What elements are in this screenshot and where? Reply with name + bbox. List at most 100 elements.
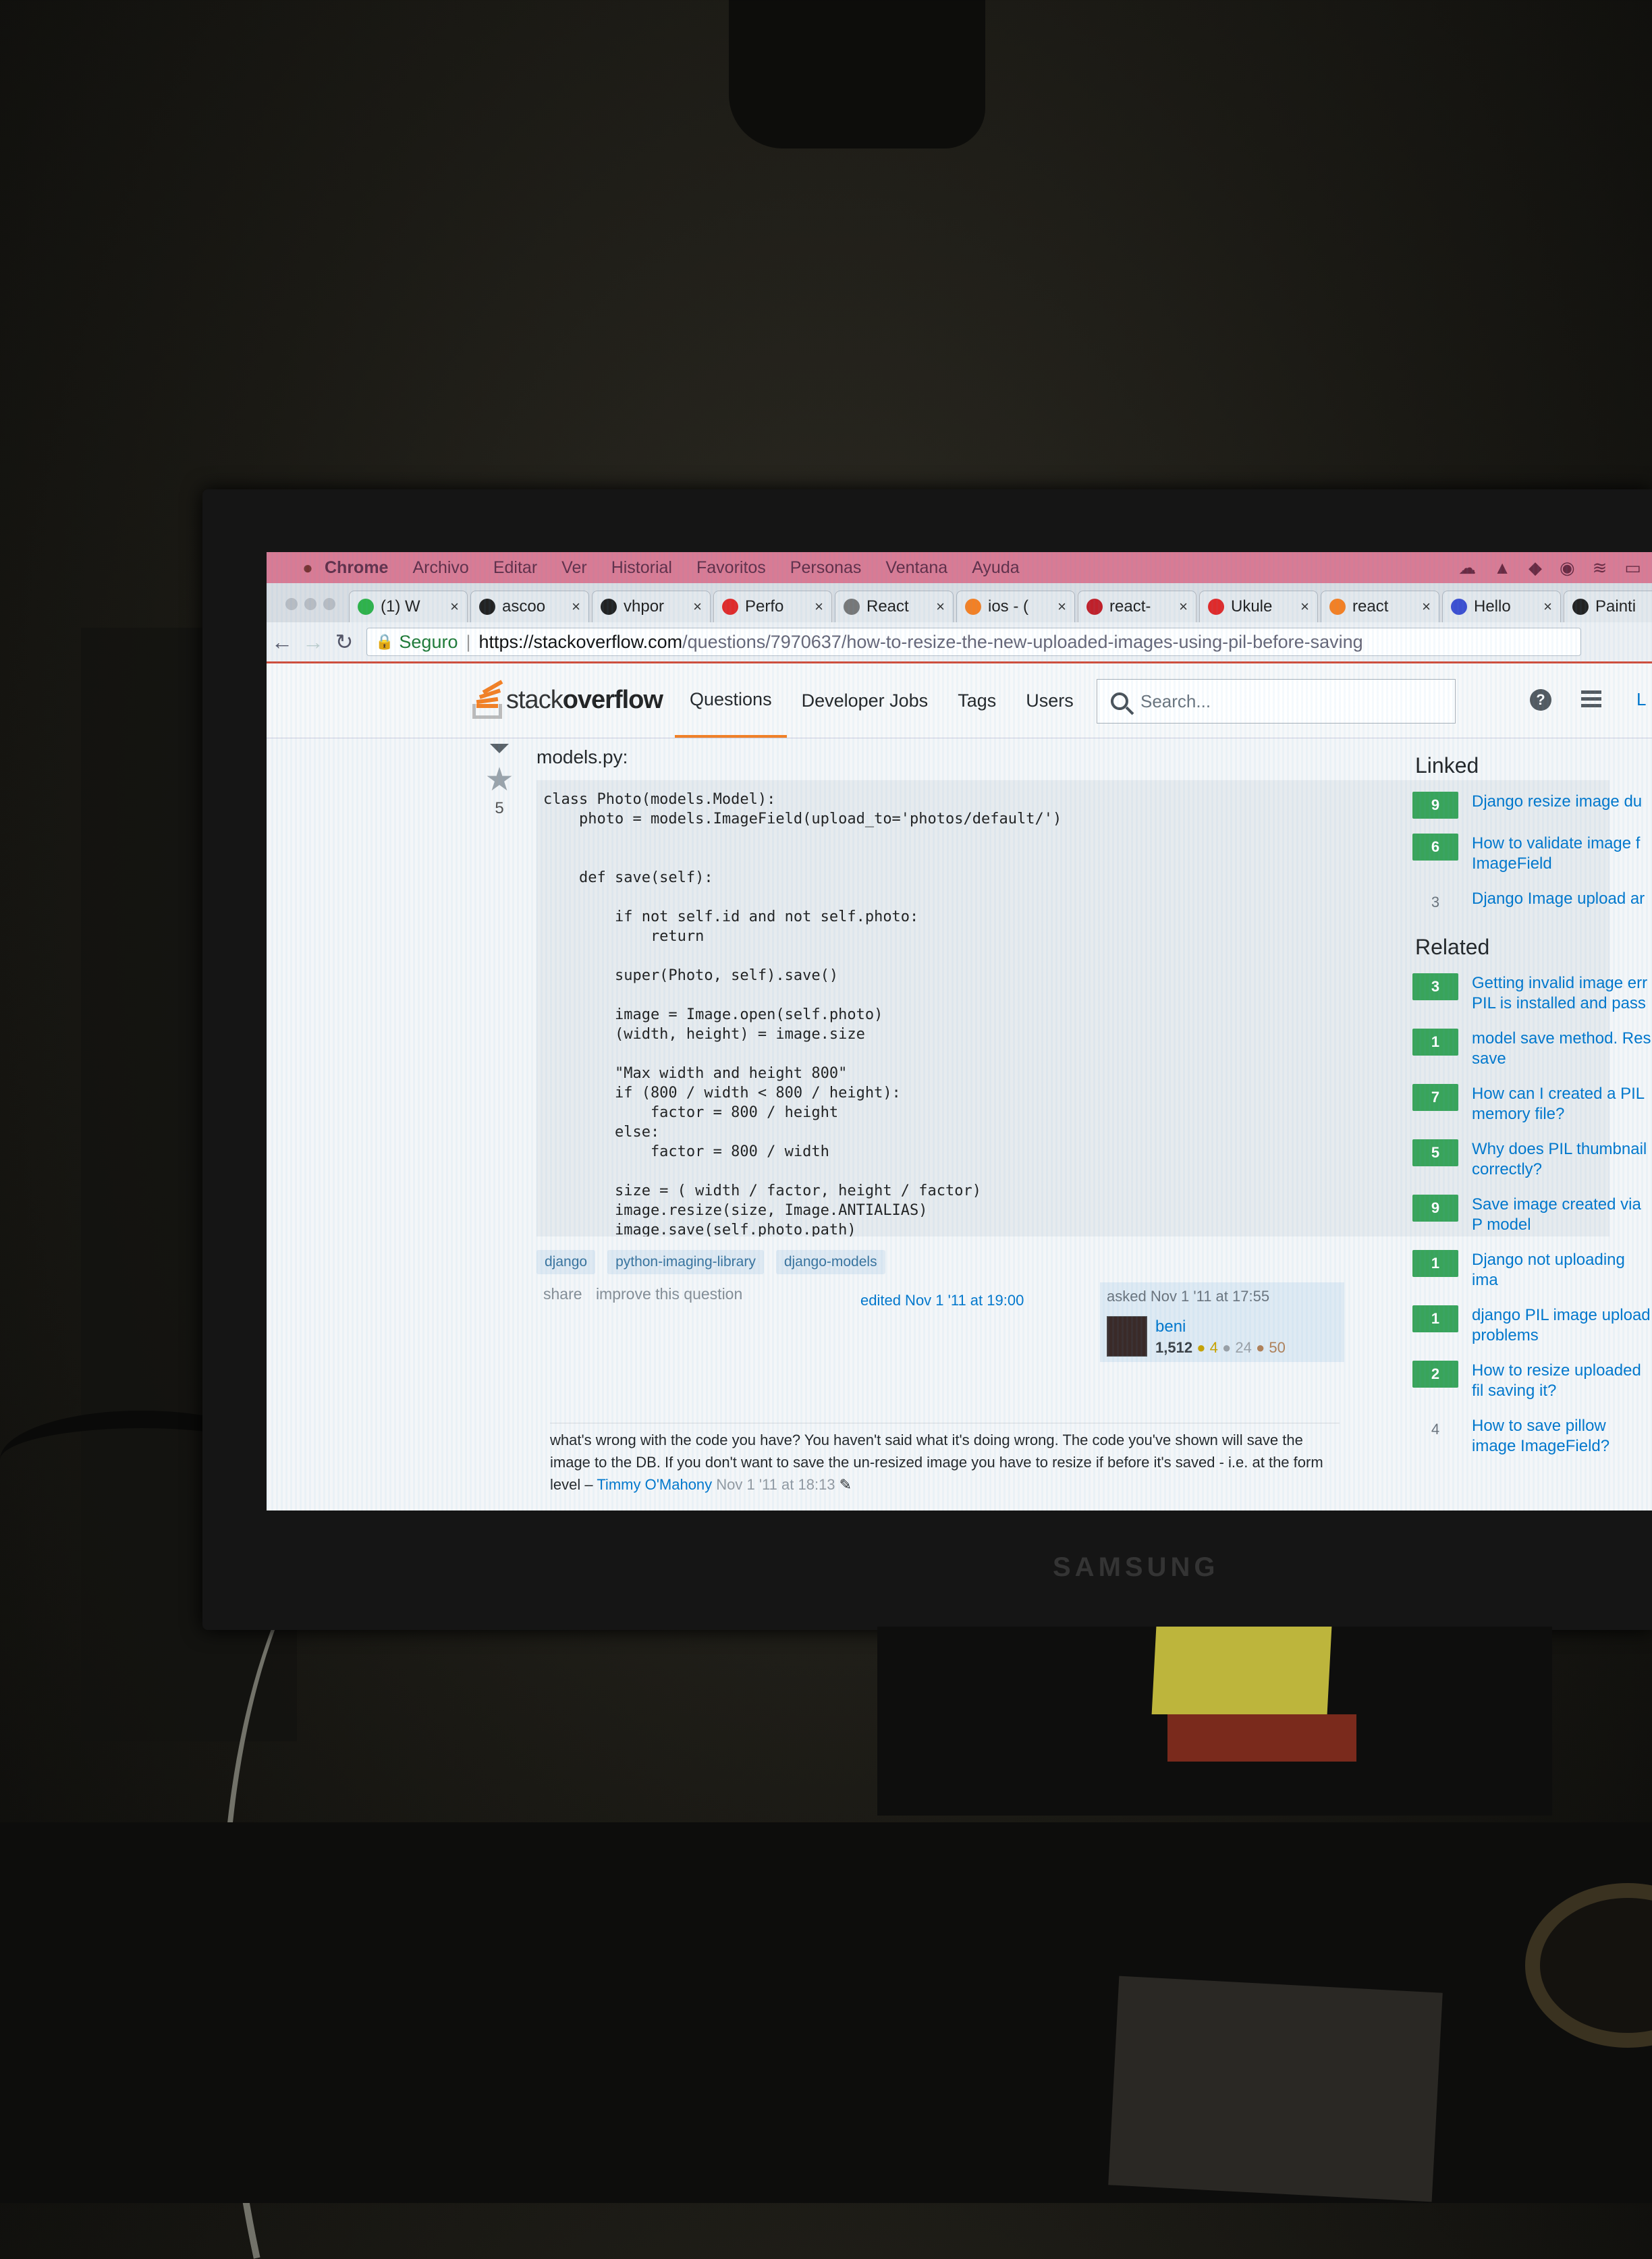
back-arrow-icon[interactable]: ← xyxy=(267,630,298,655)
menu-favoritos[interactable]: Favoritos xyxy=(696,558,766,578)
menu-editar[interactable]: Editar xyxy=(493,558,537,578)
menu-ventana[interactable]: Ventana xyxy=(885,558,947,578)
question-link[interactable]: Django not uploading ima xyxy=(1472,1250,1652,1290)
creative-cloud-icon[interactable]: ☁ xyxy=(1458,557,1476,578)
close-tab-icon[interactable]: × xyxy=(1057,598,1066,616)
login-link[interactable]: L xyxy=(1636,689,1646,710)
docker-icon[interactable]: ▲ xyxy=(1493,557,1511,578)
browser-tab[interactable]: Painti× xyxy=(1564,591,1652,622)
zoom-window-icon[interactable] xyxy=(323,598,335,610)
menu-ver[interactable]: Ver xyxy=(561,558,587,578)
linked-heading: Linked xyxy=(1415,753,1479,778)
nav-developer-jobs[interactable]: Developer Jobs xyxy=(787,663,943,738)
browser-tab[interactable]: Perfo × xyxy=(713,591,832,622)
reload-icon[interactable]: ↻ xyxy=(329,629,360,655)
browser-tab[interactable]: Ukule × xyxy=(1199,591,1318,622)
question-link[interactable]: How can I created a PIL memory file? xyxy=(1472,1084,1652,1124)
answer-count-badge: 3 xyxy=(1412,973,1458,1000)
menu-archivo[interactable]: Archivo xyxy=(412,558,468,578)
list-item[interactable]: 9 Django resize image du xyxy=(1412,792,1652,819)
close-tab-icon[interactable]: × xyxy=(936,598,945,616)
browser-tab[interactable]: ios - (× xyxy=(956,591,1075,622)
question-link[interactable]: Save image created via P model xyxy=(1472,1195,1652,1235)
question-link[interactable]: Django Image upload ar xyxy=(1472,889,1652,909)
browser-tab[interactable]: (1) W × xyxy=(349,591,468,622)
browser-tab[interactable]: react- × xyxy=(1078,591,1196,622)
browser-tab[interactable]: Hello × xyxy=(1442,591,1561,622)
list-item[interactable]: 3 Django Image upload ar xyxy=(1412,889,1652,916)
close-tab-icon[interactable]: × xyxy=(1422,598,1431,616)
list-item[interactable]: 5 Why does PIL thumbnail correctly? xyxy=(1412,1139,1652,1180)
apple-icon[interactable]: ● xyxy=(291,557,325,578)
question-link[interactable]: Getting invalid image err PIL is install… xyxy=(1472,973,1652,1014)
favorite-star-icon[interactable]: ★ xyxy=(476,764,523,796)
edited-link[interactable]: edited Nov 1 '11 at 19:00 xyxy=(860,1292,1024,1309)
whatsapp-icon xyxy=(358,599,374,615)
browser-toolbar: ← → ↻ 🔒 Seguro | https://stackoverflow.c… xyxy=(267,622,1652,663)
tab-label: react xyxy=(1352,597,1389,616)
tag-python-imaging-library[interactable]: python-imaging-library xyxy=(607,1250,764,1274)
minimize-window-icon[interactable] xyxy=(304,598,316,610)
menu-ayuda[interactable]: Ayuda xyxy=(972,558,1019,578)
list-item[interactable]: 7 How can I created a PIL memory file? xyxy=(1412,1084,1652,1124)
browser-tab[interactable]: react × xyxy=(1321,591,1439,622)
close-tab-icon[interactable]: × xyxy=(1300,598,1309,616)
comment-date[interactable]: Nov 1 '11 at 18:13 xyxy=(716,1476,835,1493)
question-link[interactable]: How to validate image f ImageField xyxy=(1472,834,1652,874)
nav-tags[interactable]: Tags xyxy=(943,663,1011,738)
list-item[interactable]: 1 django PIL image upload problems xyxy=(1412,1305,1652,1346)
menu-personas[interactable]: Personas xyxy=(790,558,862,578)
avatar[interactable] xyxy=(1107,1316,1147,1357)
comment-user[interactable]: Timmy O'Mahony xyxy=(597,1476,712,1493)
browser-tab[interactable]: React × xyxy=(835,591,954,622)
list-item[interactable]: 2 How to resize uploaded fil saving it? xyxy=(1412,1361,1652,1401)
asked-date: asked Nov 1 '11 at 17:55 xyxy=(1107,1288,1270,1305)
forward-arrow-icon[interactable]: → xyxy=(298,630,329,655)
close-tab-icon[interactable]: × xyxy=(815,598,823,616)
close-window-icon[interactable] xyxy=(285,598,298,610)
question-link[interactable]: django PIL image upload problems xyxy=(1472,1305,1652,1346)
user-name[interactable]: beni xyxy=(1155,1317,1186,1336)
wifi-icon[interactable]: ≋ xyxy=(1593,557,1607,578)
close-tab-icon[interactable]: × xyxy=(1179,598,1188,616)
list-item[interactable]: 9 Save image created via P model xyxy=(1412,1195,1652,1235)
question-link[interactable]: Why does PIL thumbnail correctly? xyxy=(1472,1139,1652,1180)
nav-users[interactable]: Users xyxy=(1011,663,1089,738)
list-item[interactable]: 1 model save method. Res save xyxy=(1412,1029,1652,1069)
nav-questions[interactable]: Questions xyxy=(675,663,787,738)
question-link[interactable]: model save method. Res save xyxy=(1472,1029,1652,1069)
share-link[interactable]: share xyxy=(543,1285,582,1303)
notebook xyxy=(1167,1714,1356,1762)
list-item[interactable]: 1 Django not uploading ima xyxy=(1412,1250,1652,1290)
owner-card: asked Nov 1 '11 at 17:55 beni 1,512 ● 4 … xyxy=(1100,1282,1344,1362)
list-item[interactable]: 3 Getting invalid image err PIL is instal… xyxy=(1412,973,1652,1014)
display-icon[interactable]: ▭ xyxy=(1624,557,1641,578)
close-tab-icon[interactable]: × xyxy=(693,598,702,616)
browser-tab[interactable]: ascoo × xyxy=(470,591,589,622)
close-tab-icon[interactable]: × xyxy=(450,598,459,616)
stackoverflow-logo[interactable]: stackoverflow xyxy=(472,680,663,719)
mail-icon[interactable]: ◉ xyxy=(1560,557,1575,578)
menu-historial[interactable]: Historial xyxy=(611,558,672,578)
logo-text: stackoverflow xyxy=(506,685,663,714)
list-item[interactable]: 6 How to validate image f ImageField xyxy=(1412,834,1652,874)
search-input[interactable]: Search... xyxy=(1097,679,1456,724)
close-tab-icon[interactable]: × xyxy=(572,598,580,616)
browser-tab[interactable]: vhpor × xyxy=(592,591,711,622)
extension-icon[interactable]: ◆ xyxy=(1529,557,1542,578)
site-switcher-icon[interactable] xyxy=(1581,690,1601,709)
tag-django[interactable]: django xyxy=(536,1250,596,1274)
question-link[interactable]: How to save pillow image ImageField? xyxy=(1472,1416,1652,1457)
question-link[interactable]: Django resize image du xyxy=(1472,792,1652,812)
help-icon[interactable]: ? xyxy=(1530,689,1551,711)
question-link[interactable]: How to resize uploaded fil saving it? xyxy=(1472,1361,1652,1401)
gold-badges: 4 xyxy=(1209,1339,1218,1356)
list-item[interactable]: 4 How to save pillow image ImageField? xyxy=(1412,1416,1652,1457)
menu-chrome[interactable]: Chrome xyxy=(325,558,388,578)
close-tab-icon[interactable]: × xyxy=(1543,598,1552,616)
tab-label: vhpor xyxy=(624,597,665,616)
downvote-icon[interactable] xyxy=(490,744,509,753)
address-bar[interactable]: 🔒 Seguro | https://stackoverflow.com /qu… xyxy=(366,628,1581,656)
tag-django-models[interactable]: django-models xyxy=(775,1250,885,1274)
improve-link[interactable]: improve this question xyxy=(596,1285,742,1303)
